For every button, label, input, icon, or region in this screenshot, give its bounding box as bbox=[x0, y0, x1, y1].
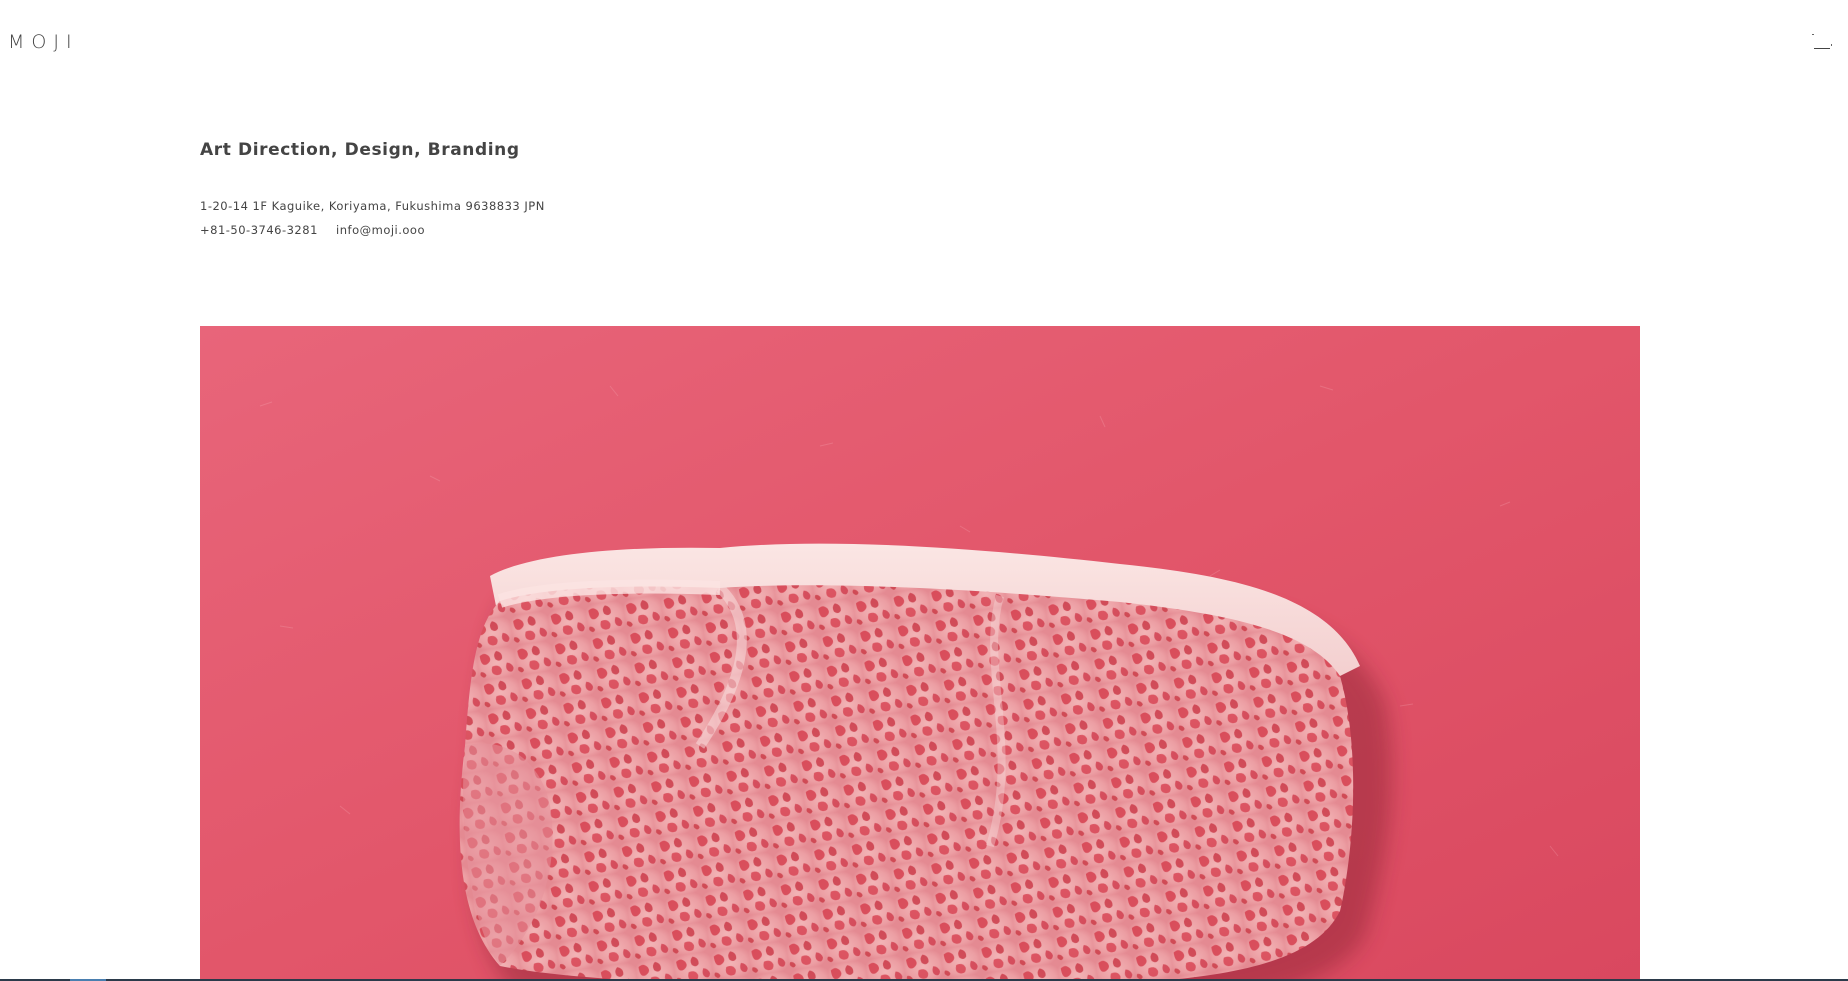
menu-tick bbox=[1831, 44, 1832, 46]
logo[interactable]: MOJI bbox=[8, 30, 79, 54]
menu-dot bbox=[1812, 34, 1814, 35]
menu-bar bbox=[1814, 48, 1830, 49]
intro-section: Art Direction, Design, Branding 1-20-14 … bbox=[200, 138, 1100, 242]
page: MOJI Art Direction, Design, Branding 1-2… bbox=[0, 0, 1848, 981]
address-text: 1-20-14 1F Kaguike, Koriyama, Fukushima … bbox=[200, 199, 545, 213]
contact-line: +81-50-3746-3281 info@moji.ooo bbox=[200, 218, 1100, 242]
hero-image[interactable] bbox=[200, 326, 1640, 981]
menu-icon[interactable] bbox=[1810, 28, 1832, 52]
wagyu-steak-photo bbox=[200, 326, 1640, 981]
contact-block: 1-20-14 1F Kaguike, Koriyama, Fukushima … bbox=[200, 194, 1100, 242]
phone-number[interactable]: +81-50-3746-3281 bbox=[200, 218, 318, 242]
tagline: Art Direction, Design, Branding bbox=[200, 140, 520, 160]
email-link[interactable]: info@moji.ooo bbox=[336, 223, 425, 237]
steak-body bbox=[459, 585, 1354, 981]
